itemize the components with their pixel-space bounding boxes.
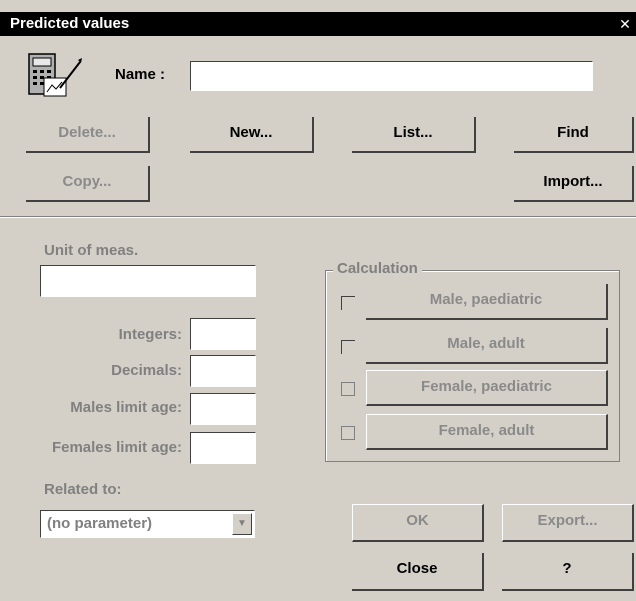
close-button[interactable]: Close <box>352 553 484 591</box>
predicted-values-dialog: Predicted values ✕ Name : Delete... New.… <box>0 0 636 601</box>
chevron-down-icon[interactable]: ▼ <box>232 513 252 535</box>
related-to-label: Related to: <box>44 481 122 498</box>
find-button[interactable]: Find <box>514 117 634 153</box>
integers-input[interactable] <box>190 318 256 350</box>
calculator-icon <box>28 53 82 97</box>
name-input[interactable] <box>190 61 593 91</box>
unit-of-measure-label: Unit of meas. <box>44 242 139 259</box>
checkbox-male-paediatric[interactable] <box>341 296 355 310</box>
females-limit-age-label: Females limit age: <box>51 439 182 456</box>
integers-label: Integers: <box>118 326 182 343</box>
separator <box>0 216 636 218</box>
checkbox-female-paediatric[interactable] <box>341 382 355 396</box>
male-adult-button[interactable]: Male, adult <box>366 328 608 364</box>
checkbox-female-adult[interactable] <box>341 426 355 440</box>
checkbox-male-adult[interactable] <box>341 340 355 354</box>
delete-button[interactable]: Delete... <box>26 117 150 153</box>
males-limit-age-input[interactable] <box>190 393 256 425</box>
calculation-group-title: Calculation <box>333 260 422 277</box>
close-icon[interactable]: ✕ <box>618 15 632 33</box>
window-title: Predicted values <box>10 15 130 32</box>
unit-of-measure-input[interactable] <box>40 265 256 297</box>
new-button[interactable]: New... <box>190 117 314 153</box>
related-to-select[interactable]: (no parameter) ▼ <box>40 510 255 538</box>
title-bar: Predicted values ✕ <box>0 12 636 36</box>
male-paediatric-button[interactable]: Male, paediatric <box>366 284 608 320</box>
related-to-value: (no parameter) <box>47 515 153 532</box>
decimals-input[interactable] <box>190 355 256 387</box>
import-button[interactable]: Import... <box>514 166 634 202</box>
ok-button[interactable]: OK <box>352 504 484 542</box>
list-button[interactable]: List... <box>352 117 476 153</box>
decimals-label: Decimals: <box>111 362 182 379</box>
help-button[interactable]: ? <box>502 553 634 591</box>
export-button[interactable]: Export... <box>502 504 634 542</box>
name-label: Name : <box>115 66 166 83</box>
female-adult-button[interactable]: Female, adult <box>366 414 608 450</box>
females-limit-age-input[interactable] <box>190 432 256 464</box>
female-paediatric-button[interactable]: Female, paediatric <box>366 370 608 406</box>
copy-button[interactable]: Copy... <box>26 166 150 202</box>
males-limit-age-label: Males limit age: <box>70 399 182 416</box>
